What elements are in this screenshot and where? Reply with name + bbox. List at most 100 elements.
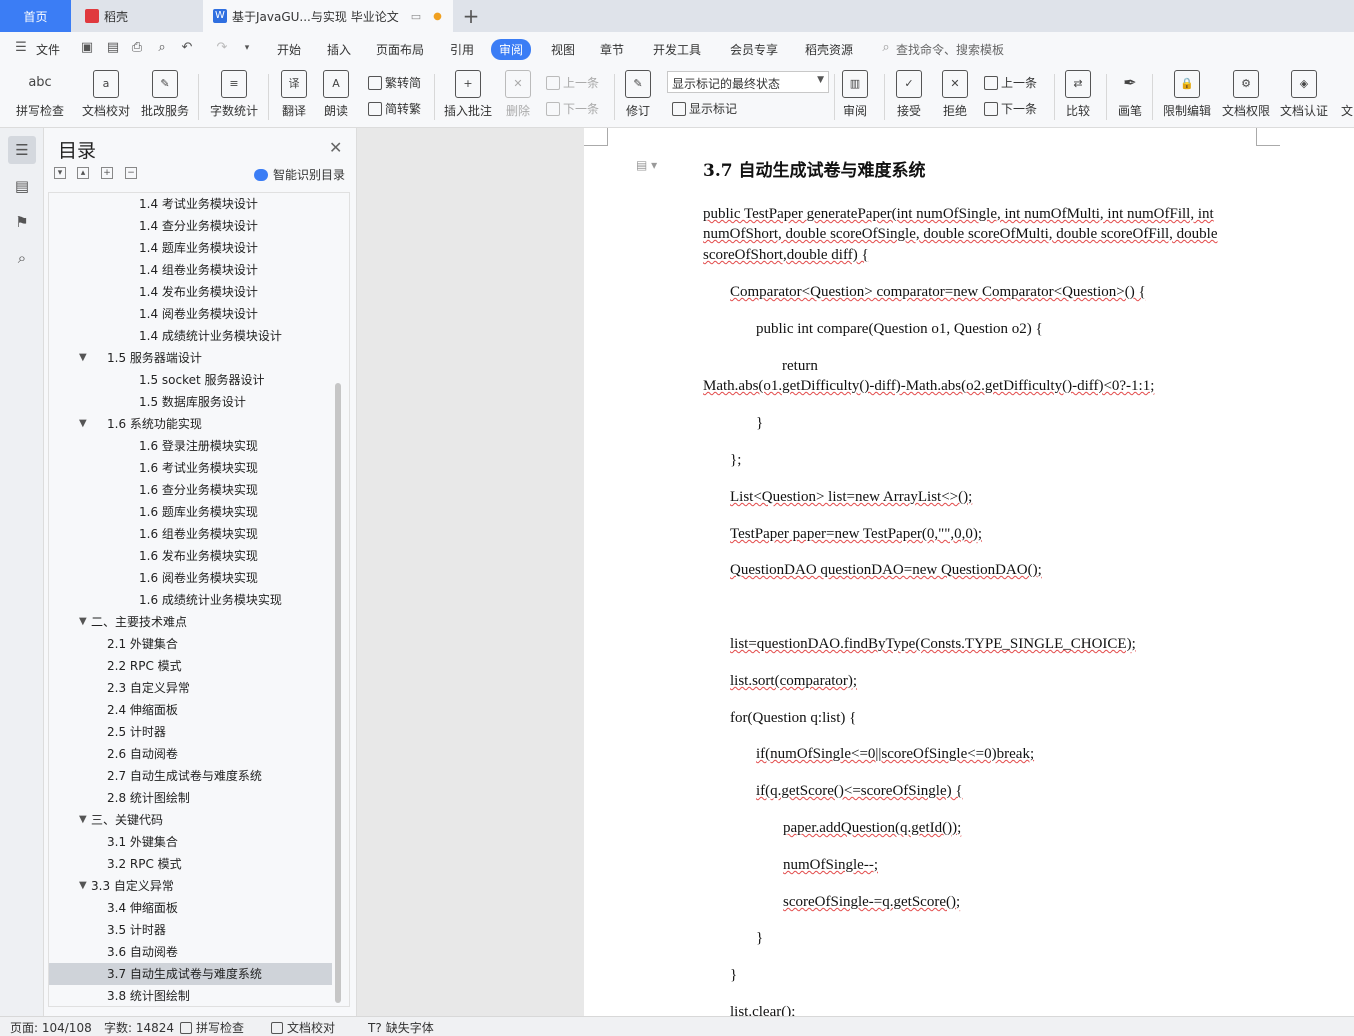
bookmark-icon[interactable]: ⚑: [8, 208, 36, 236]
accept-button[interactable]: ✓ 接受: [892, 70, 926, 119]
hamburger-icon[interactable]: ☰: [14, 41, 28, 55]
toc-item[interactable]: 3.6 自动阅卷: [49, 941, 332, 963]
expand-caret-icon[interactable]: ▼: [79, 809, 87, 831]
toc-item[interactable]: 2.4 伸缩面板: [49, 699, 332, 721]
print-icon[interactable]: ⎙: [130, 41, 144, 55]
toc-item[interactable]: 2.2 RPC 模式: [49, 655, 332, 677]
toc-item[interactable]: 1.6 组卷业务模块实现: [49, 523, 332, 545]
expand-caret-icon[interactable]: ▼: [79, 413, 87, 435]
toc-item[interactable]: 3.5 计时器: [49, 919, 332, 941]
remove-heading-icon[interactable]: −: [125, 167, 137, 179]
toc-item[interactable]: 3.7 自动生成试卷与难度系统: [49, 963, 332, 985]
ribbon-overflow-item[interactable]: 文: [1340, 70, 1354, 119]
save-icon[interactable]: ▣: [80, 41, 94, 55]
toc-item[interactable]: 2.1 外键集合: [49, 633, 332, 655]
menu-start[interactable]: 开始: [277, 41, 301, 58]
menu-dev-tools[interactable]: 开发工具: [653, 41, 701, 58]
translate-button[interactable]: 译 翻译: [276, 70, 312, 119]
simp-to-trad-button[interactable]: 简转繁: [368, 100, 421, 117]
toc-item[interactable]: 1.6 考试业务模块实现: [49, 457, 332, 479]
menu-section[interactable]: 章节: [600, 41, 624, 58]
review-service-button[interactable]: ✎ 批改服务: [138, 70, 192, 119]
export-pdf-icon[interactable]: ▤: [106, 41, 120, 55]
insert-comment-button[interactable]: + 插入批注: [440, 70, 496, 119]
toc-item[interactable]: 1.4 成绩统计业务模块设计: [49, 325, 332, 347]
toc-item[interactable]: 1.5 socket 服务器设计: [49, 369, 332, 391]
new-tab-button[interactable]: +: [458, 0, 484, 32]
toc-scrollbar[interactable]: [335, 383, 341, 1003]
read-aloud-button[interactable]: A 朗读: [318, 70, 354, 119]
toc-item[interactable]: ▼ 3.3 自定义异常: [49, 875, 332, 897]
toc-item[interactable]: ▼ 二、主要技术难点: [49, 611, 332, 633]
toc-item[interactable]: 3.1 外键集合: [49, 831, 332, 853]
toc-item[interactable]: 1.6 发布业务模块实现: [49, 545, 332, 567]
toc-item[interactable]: 3.4 伸缩面板: [49, 897, 332, 919]
toc-item[interactable]: 1.6 阅卷业务模块实现: [49, 567, 332, 589]
word-count-button[interactable]: ≡ 字数统计: [206, 70, 262, 119]
toc-item[interactable]: ▼ 1.5 服务器端设计: [49, 347, 332, 369]
collapse-all-icon[interactable]: ▾: [54, 167, 66, 179]
close-icon[interactable]: ✕: [329, 138, 342, 157]
toc-item[interactable]: 1.4 题库业务模块设计: [49, 237, 332, 259]
toc-item[interactable]: 1.5 数据库服务设计: [49, 391, 332, 413]
toc-item[interactable]: ▼ 三、关键代码: [49, 809, 332, 831]
toc-item[interactable]: ▼ 1.6 系统功能实现: [49, 413, 332, 435]
command-search[interactable]: 查找命令、搜索模板: [896, 41, 1004, 58]
menu-member[interactable]: 会员专享: [730, 41, 778, 58]
tab-document[interactable]: W 基于JavaGU...与实现 毕业论文 ▭ ●: [203, 0, 453, 32]
toc-item[interactable]: 1.6 登录注册模块实现: [49, 435, 332, 457]
document-permission-button[interactable]: ⚙ 文档权限: [1220, 70, 1272, 119]
quick-access-more-icon[interactable]: ▾: [240, 41, 254, 55]
tab-home[interactable]: 首页: [0, 0, 71, 32]
compare-button[interactable]: ⇄ 比较: [1060, 70, 1096, 119]
toc-item[interactable]: 1.6 题库业务模块实现: [49, 501, 332, 523]
paragraph-menu-icon[interactable]: ▤ ▾: [636, 158, 657, 172]
show-markup-button[interactable]: 显示标记: [672, 100, 737, 117]
trad-to-simp-button[interactable]: 繁转简: [368, 74, 421, 91]
toc-item[interactable]: 2.3 自定义异常: [49, 677, 332, 699]
toc-item[interactable]: 3.8 统计图绘制: [49, 985, 332, 1006]
chapter-nav-icon[interactable]: ▤: [8, 172, 36, 200]
find-icon[interactable]: ⌕: [8, 244, 36, 272]
redo-icon[interactable]: ↷: [215, 41, 229, 55]
document-certify-button[interactable]: ◈ 文档认证: [1278, 70, 1330, 119]
prev-comment-button[interactable]: 上一条: [546, 74, 599, 91]
menu-page-layout[interactable]: 页面布局: [376, 41, 424, 58]
markup-display-select[interactable]: 显示标记的最终状态 ▼: [667, 71, 829, 93]
document-page[interactable]: ▤ ▾ 3.7 自动生成试卷与难度系统 public TestPaper gene…: [584, 128, 1354, 1016]
menu-file[interactable]: 文件: [36, 41, 60, 58]
expand-caret-icon[interactable]: ▼: [79, 875, 87, 897]
undo-icon[interactable]: ↶: [180, 41, 194, 55]
menu-review[interactable]: 审阅: [491, 39, 532, 60]
next-comment-button[interactable]: 下一条: [546, 100, 599, 117]
smart-toc-button[interactable]: 智能识别目录: [254, 166, 345, 183]
menu-references[interactable]: 引用: [450, 41, 474, 58]
tab-monitor-icon[interactable]: ▭: [411, 10, 421, 23]
missing-font-indicator[interactable]: T? 缺失字体: [368, 1019, 434, 1036]
print-preview-icon[interactable]: ⌕: [155, 41, 169, 55]
status-proofread[interactable]: 文档校对: [271, 1019, 335, 1036]
toc-item[interactable]: 2.6 自动阅卷: [49, 743, 332, 765]
toc-item[interactable]: 1.6 查分业务模块实现: [49, 479, 332, 501]
tab-daoke[interactable]: 稻壳: [73, 0, 201, 32]
toc-item[interactable]: 1.4 发布业务模块设计: [49, 281, 332, 303]
proofread-button[interactable]: a 文档校对: [78, 70, 134, 119]
toc-item[interactable]: 2.8 统计图绘制: [49, 787, 332, 809]
toc-item[interactable]: 2.7 自动生成试卷与难度系统: [49, 765, 332, 787]
toc-item[interactable]: 3.2 RPC 模式: [49, 853, 332, 875]
toc-item[interactable]: 1.4 阅卷业务模块设计: [49, 303, 332, 325]
menu-insert[interactable]: 插入: [327, 41, 351, 58]
toc-item[interactable]: 1.4 考试业务模块设计: [49, 193, 332, 215]
spell-check-button[interactable]: abc 拼写检查: [10, 70, 70, 119]
menu-view[interactable]: 视图: [551, 41, 575, 58]
status-spell-check[interactable]: 拼写检查: [180, 1019, 244, 1036]
toc-item[interactable]: 1.4 查分业务模块设计: [49, 215, 332, 237]
expand-caret-icon[interactable]: ▼: [79, 347, 87, 369]
reject-button[interactable]: ✕ 拒绝: [938, 70, 972, 119]
review-pane-button[interactable]: ▥ 审阅: [838, 70, 872, 119]
toc-item[interactable]: 2.5 计时器: [49, 721, 332, 743]
restrict-editing-button[interactable]: 🔒 限制编辑: [1160, 70, 1214, 119]
expand-caret-icon[interactable]: ▼: [79, 611, 87, 633]
next-change-button[interactable]: 下一条: [984, 100, 1037, 117]
toc-panel-icon[interactable]: ☰: [8, 136, 36, 164]
